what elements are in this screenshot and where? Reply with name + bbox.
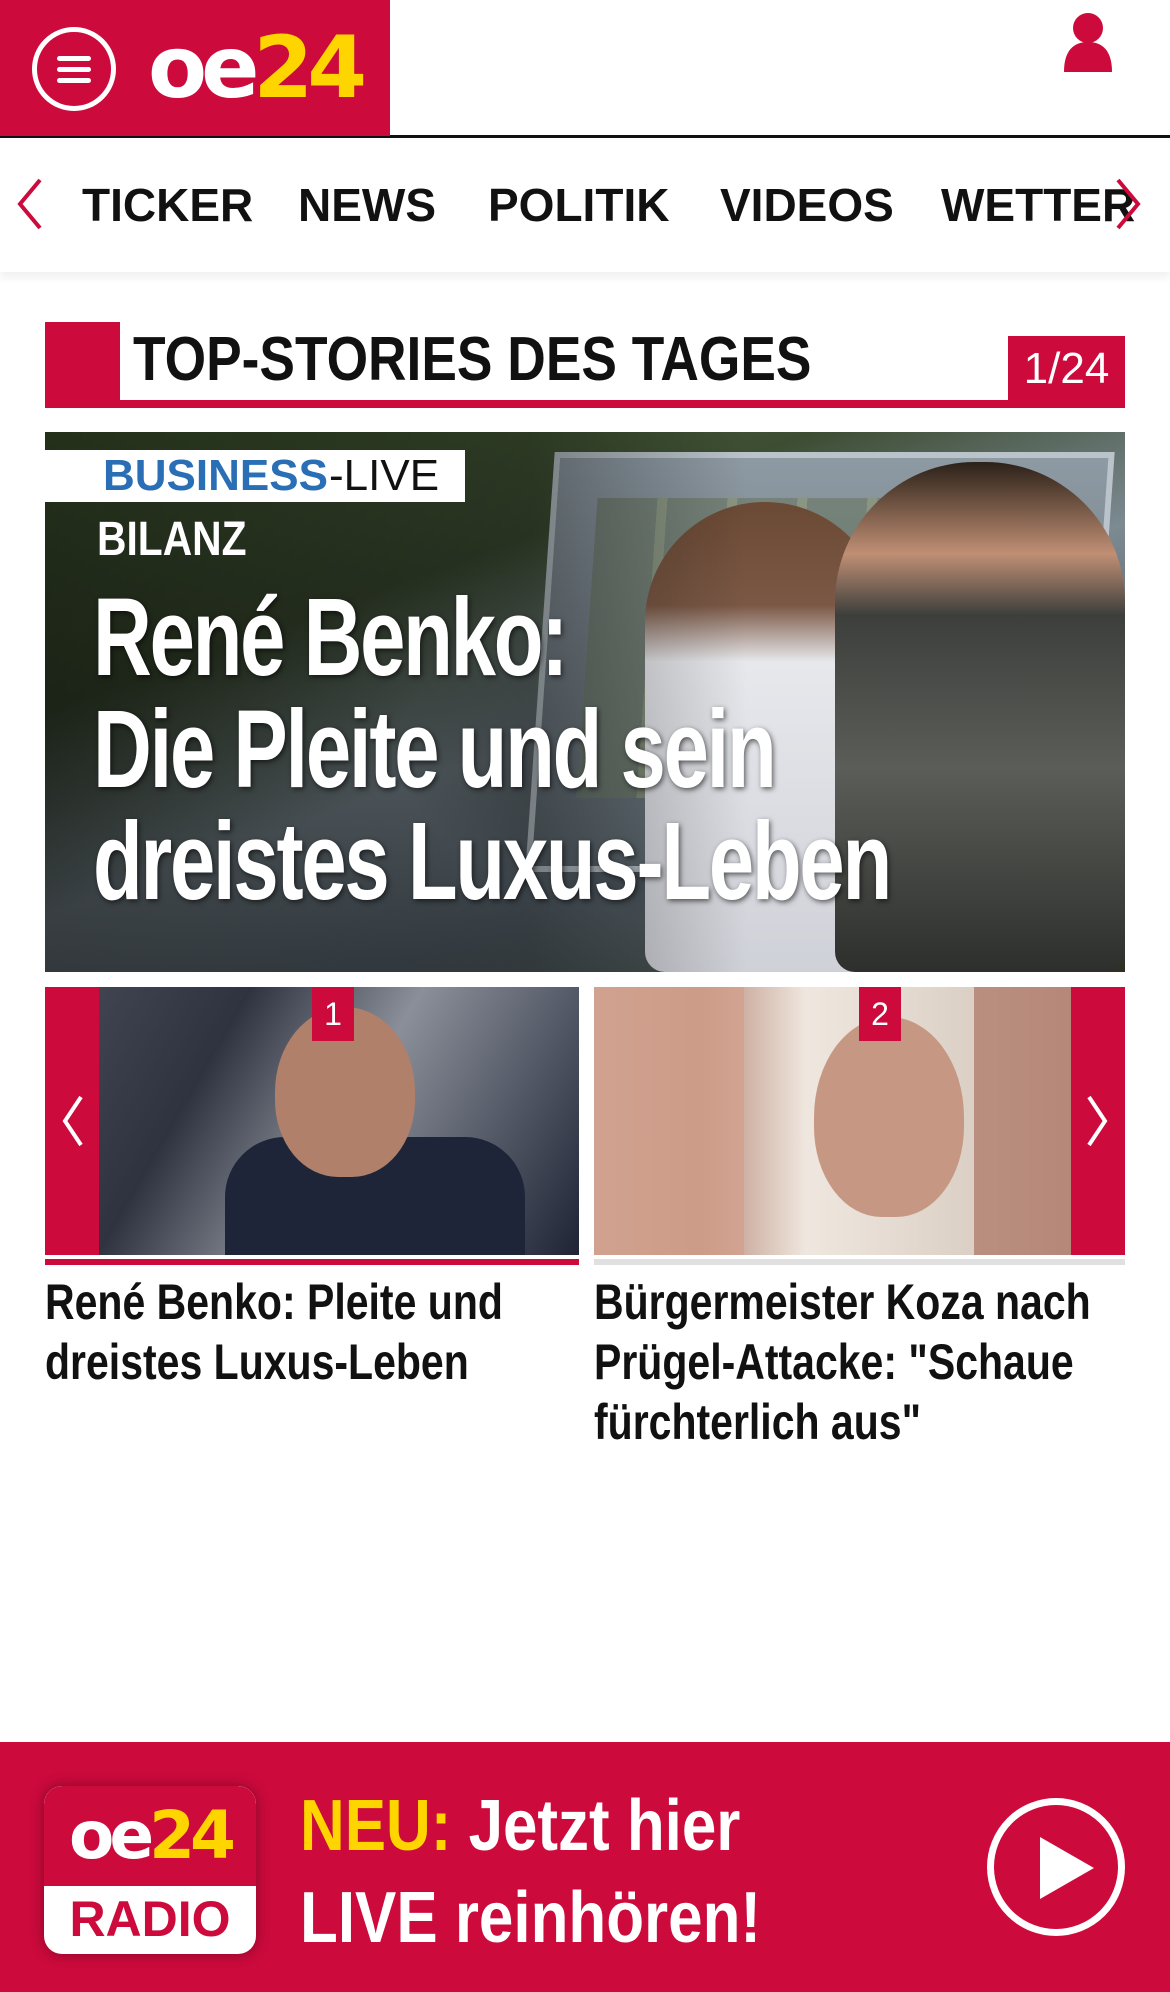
section-underline — [45, 400, 1125, 408]
card-number-badge: 1 — [312, 987, 354, 1041]
card-number-badge: 2 — [859, 987, 901, 1041]
logo-oe: oe — [148, 18, 259, 118]
nav-item-wetter[interactable]: WETTER — [941, 178, 1135, 232]
play-icon — [1040, 1837, 1094, 1899]
hero-kicker: BILANZ — [97, 513, 247, 566]
radio-logo-24: 24 — [149, 1797, 236, 1874]
story-card-title[interactable]: René Benko: Pleite und dreistes Luxus-Le… — [45, 1272, 570, 1392]
radio-promo-text: NEU: Jetzt hier LIVE reinhören! — [300, 1780, 761, 1964]
hero-headline[interactable]: René Benko: Die Pleite und sein dreistes… — [93, 576, 892, 923]
site-header: oe24 — [0, 0, 1170, 138]
carousel-prev-button[interactable] — [45, 987, 99, 1255]
card-active-indicator — [45, 1259, 579, 1265]
radio-logo-oe: oe — [69, 1797, 154, 1874]
story-card-title[interactable]: Bürgermeister Koza nach Prügel-Attacke: … — [594, 1272, 1119, 1452]
hero-headline-line: dreistes Luxus-Leben — [93, 800, 892, 923]
main-nav: TICKER NEWS POLITIK VIDEOS WETTER — [0, 138, 1170, 272]
nav-item-ticker[interactable]: TICKER — [82, 178, 253, 232]
nav-right-arrow-icon[interactable] — [1108, 174, 1148, 234]
nav-item-politik[interactable]: POLITIK — [488, 178, 669, 232]
nav-left-arrow-icon[interactable] — [10, 174, 50, 234]
site-logo[interactable]: oe24 — [148, 18, 367, 118]
user-icon[interactable] — [1062, 12, 1114, 72]
card-image — [814, 1017, 964, 1217]
logo-24: 24 — [253, 18, 367, 118]
nav-item-news[interactable]: NEWS — [298, 178, 436, 232]
play-button[interactable] — [987, 1798, 1125, 1936]
nav-item-videos[interactable]: VIDEOS — [720, 178, 894, 232]
radio-line1: Jetzt hier — [451, 1786, 741, 1866]
badge-business: BUSINESS — [103, 451, 328, 500]
brand-block: oe24 — [0, 0, 390, 136]
business-live-badge: BUSINESS -LIVE — [45, 450, 465, 502]
section-marker — [45, 322, 120, 408]
menu-icon[interactable] — [32, 27, 116, 111]
story-counter: 1/24 — [1008, 336, 1125, 400]
chevron-right-icon — [1087, 1095, 1108, 1147]
carousel-next-button[interactable] — [1071, 987, 1125, 1255]
radio-banner[interactable]: oe24 RADIO NEU: Jetzt hier LIVE reinhöre… — [0, 1742, 1170, 1992]
hero-headline-line: Die Pleite und sein — [93, 688, 777, 811]
story-card-1[interactable]: 1 — [45, 987, 579, 1255]
radio-line2: LIVE reinhören! — [300, 1878, 762, 1958]
radio-logo: oe24 RADIO — [44, 1786, 256, 1954]
radio-logo-label: RADIO — [69, 1891, 231, 1947]
hero-headline-line: René Benko: — [93, 576, 568, 699]
chevron-left-icon — [62, 1095, 83, 1147]
badge-live: -LIVE — [329, 451, 440, 500]
top-stories-header: TOP-STORIES DES TAGES 1/24 — [45, 322, 1125, 408]
hero-story[interactable]: BUSINESS -LIVE BILANZ René Benko: Die Pl… — [45, 432, 1125, 972]
card-indicator — [594, 1259, 1125, 1265]
story-card-2[interactable]: 2 — [594, 987, 1125, 1255]
radio-neu-label: NEU: — [300, 1786, 452, 1866]
section-title: TOP-STORIES DES TAGES — [133, 325, 812, 394]
